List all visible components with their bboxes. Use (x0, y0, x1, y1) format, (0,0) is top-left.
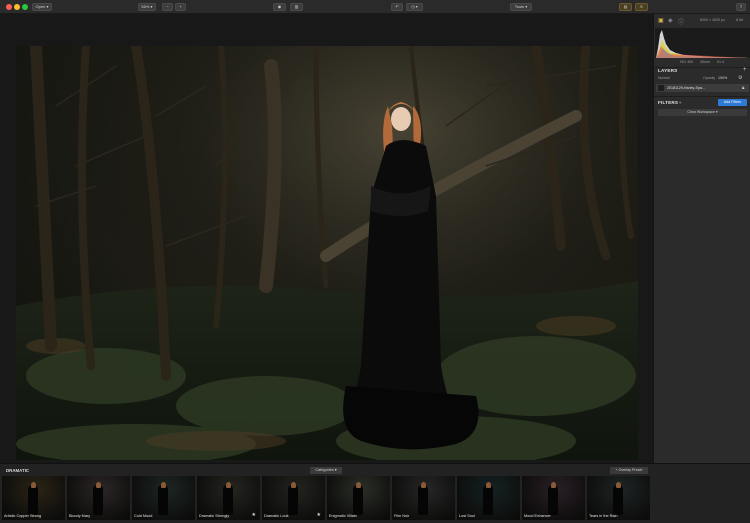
share-icon[interactable]: ⇪ (736, 3, 746, 11)
open-button-label: Open (35, 4, 46, 9)
histogram-graph (655, 28, 750, 58)
preset-thumb[interactable]: Cold Mood (132, 476, 195, 520)
compare-icon[interactable]: ▥ (290, 3, 303, 11)
filters-title: FILTERS (658, 100, 679, 105)
top-toolbar: Open ▾ 56% ▾ − + ◉ ▥ ↶ ◷ ▾ Tools ▾ ▤ ⚟ ⇪ (0, 0, 750, 14)
clear-workspace-label: Clear Workspace (687, 110, 715, 114)
categories-dropdown[interactable]: Categories ▾ (310, 467, 342, 474)
blend-mode-select[interactable]: Normal (658, 76, 670, 80)
preset-label: Artistic Copper Strong (4, 514, 42, 518)
info-icon[interactable]: ⓘ (678, 17, 684, 26)
opacity-value[interactable]: 100% (718, 76, 727, 80)
add-filters-button[interactable]: Add Filters (718, 99, 747, 106)
histogram (654, 28, 750, 58)
gear-icon[interactable]: ⚙ (738, 75, 742, 81)
preset-thumb[interactable]: Mood Enhancer (522, 476, 585, 520)
exif-row: ISO 400 35mm f/1.4 (654, 60, 750, 66)
image-size: 6000 × 4000 px (700, 18, 725, 22)
preset-label: Mood Enhancer (524, 514, 551, 518)
panel-icon-row: ▣ ◈ ⓘ 6000 × 4000 px 8 bit (654, 17, 750, 26)
open-button[interactable]: Open ▾ (32, 3, 52, 11)
layer-row[interactable]: 20181129-Harley-Spa... 🔒︎ (656, 84, 749, 92)
preset-label: Tears in the Rain (589, 514, 618, 518)
close-window-button[interactable] (6, 4, 12, 10)
preset-thumb[interactable]: Lost Soul (457, 476, 520, 520)
preset-thumb[interactable]: Dramatic Look ★ (262, 476, 325, 520)
add-filters-label: Add Filters (723, 100, 742, 104)
preset-label: Cold Mood (134, 514, 153, 518)
preset-label: Lost Soul (459, 514, 475, 518)
preset-label: Dramatic Strongly (199, 514, 230, 518)
preset-label: Dramatic Look (264, 514, 289, 518)
layers-icon[interactable]: ◈ (668, 17, 673, 24)
filters-panel-icon[interactable]: ⚟ (635, 3, 648, 11)
presets-panel: DRAMATIC Categories ▾ + Overlay Preset A… (0, 463, 750, 523)
add-layer-icon[interactable]: + (743, 67, 747, 73)
layer-name: 20181129-Harley-Spa... (667, 85, 705, 90)
minimize-window-button[interactable] (14, 4, 20, 10)
lock-icon[interactable]: 🔒︎ (742, 85, 744, 90)
preset-thumb[interactable]: Film Noir (392, 476, 455, 520)
zoom-in-button[interactable]: + (175, 3, 186, 11)
histogram-icon[interactable]: ▣ (658, 17, 664, 24)
tools-dropdown[interactable]: Tools ▾ (510, 3, 532, 11)
tools-label: Tools (514, 4, 525, 9)
panel-toggle-icon[interactable]: ▤ (619, 3, 632, 11)
overlay-preset-button[interactable]: + Overlay Preset (610, 467, 648, 474)
preset-thumb[interactable]: Dramatic Strongly ★ (197, 476, 260, 520)
preset-thumb[interactable]: Artistic Copper Strong (2, 476, 65, 520)
preset-thumb[interactable]: Tears in the Rain (587, 476, 650, 520)
right-panel: ▣ ◈ ⓘ 6000 × 4000 px 8 bit ISO 400 35mm … (653, 14, 750, 463)
bit-depth: 8 bit (736, 18, 743, 22)
preset-label: Film Noir (394, 514, 410, 518)
layers-section: LAYERS ▾ + Normal Opacity 100% ⚙ 2018112… (654, 67, 750, 99)
exif-focal: 35mm (700, 60, 710, 64)
zoom-out-button[interactable]: − (162, 3, 173, 11)
preset-thumb[interactable]: Enigmatic Villain (327, 476, 390, 520)
opacity-label: Opacity (703, 76, 716, 80)
star-icon[interactable]: ★ (317, 512, 321, 518)
eye-icon[interactable]: ◉ (273, 3, 286, 11)
layers-collapse-icon[interactable]: ▾ (675, 68, 677, 74)
forest-scene (16, 46, 638, 460)
exif-iso: ISO 400 (680, 60, 694, 64)
maximize-window-button[interactable] (22, 4, 28, 10)
exif-aperture: f/1.4 (717, 60, 724, 64)
categories-label: Categories (315, 468, 334, 472)
preset-thumb[interactable]: Bloody Mary (67, 476, 130, 520)
preset-strip: Artistic Copper Strong Bloody Mary Cold … (2, 476, 748, 520)
zoom-in-label: + (179, 4, 182, 9)
zoom-out-label: − (166, 4, 169, 9)
undo-icon[interactable]: ↶ (391, 3, 403, 11)
overlay-preset-label: + Overlay Preset (615, 468, 643, 472)
preset-label: Bloody Mary (69, 514, 91, 518)
clear-workspace-button[interactable]: Clear Workspace ▾ (658, 109, 747, 116)
image-canvas[interactable] (0, 14, 653, 463)
preset-label: Enigmatic Villain (329, 514, 357, 518)
photo (16, 46, 638, 460)
history-icon[interactable]: ◷ ▾ (406, 3, 423, 11)
zoom-level-dropdown[interactable]: 56% ▾ (138, 3, 156, 11)
preset-category-title: DRAMATIC (6, 468, 30, 473)
zoom-level-label: 56% (141, 4, 150, 9)
layer-thumbnail (658, 85, 664, 91)
filters-section: FILTERS ▾ Add Filters Clear Workspace ▾ (654, 96, 750, 122)
star-icon[interactable]: ★ (252, 512, 256, 518)
filters-collapse-icon[interactable]: ▾ (679, 100, 681, 106)
